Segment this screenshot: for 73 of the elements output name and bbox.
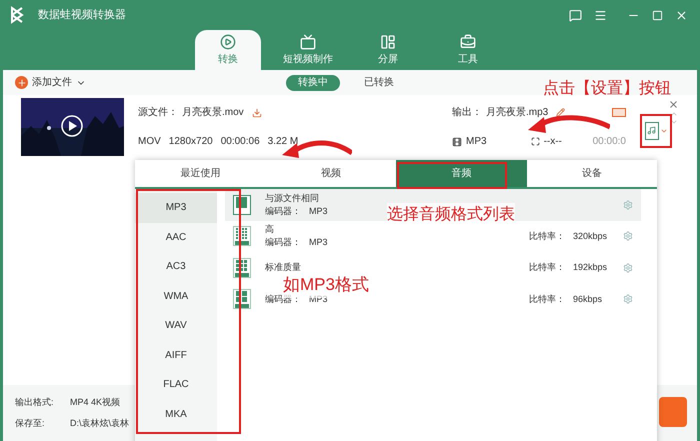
bitrate-value: 96kbps xyxy=(573,292,602,306)
output-file-name: 月亮夜景.mp3 xyxy=(486,106,548,120)
format-tab[interactable]: 最近使用 xyxy=(135,160,266,187)
bitrate-value: 192kbps xyxy=(573,261,608,274)
output-label: 输出： xyxy=(452,106,482,120)
encoder-label: 编码器： xyxy=(265,204,301,218)
format-tab[interactable]: 音频 xyxy=(396,160,526,187)
id3-icon[interactable] xyxy=(612,108,626,117)
preset-name: 与源文件相同 xyxy=(265,192,320,205)
logo-icon xyxy=(8,6,26,24)
add-icon xyxy=(15,76,28,89)
main-tab[interactable]: 工具 xyxy=(435,30,501,70)
format-category[interactable]: WMA xyxy=(135,282,217,311)
annotation-text: 点击【设置】按钮 xyxy=(543,78,671,99)
segment-tab[interactable]: 转换中 xyxy=(286,74,340,90)
output-resolution: --x-- xyxy=(544,135,562,149)
output-format: MP3 xyxy=(466,135,487,149)
format-category[interactable]: FLAC xyxy=(135,370,217,400)
tab-icon xyxy=(300,34,316,50)
window-title: 数据蛙视频转换器 xyxy=(38,8,126,23)
main-tab[interactable]: 短视频制作 xyxy=(275,30,341,70)
format-category[interactable]: WAV xyxy=(135,311,217,340)
music-file-icon xyxy=(644,122,658,140)
encoder-value: MP3 xyxy=(309,204,328,218)
file-size: 3.22 M xyxy=(268,135,298,149)
save-to-label: 保存至: xyxy=(15,417,46,430)
remove-icon[interactable] xyxy=(668,99,679,110)
format-category[interactable]: AC3 xyxy=(135,252,217,282)
source-file-name: 月亮夜景.mov xyxy=(182,106,244,120)
tab-icon xyxy=(220,34,236,50)
bitrate-value: 320kbps xyxy=(573,230,608,243)
output-format-label: 输出格式: xyxy=(15,396,55,408)
output-format-value: MP4 4K视频 xyxy=(70,396,120,408)
close-icon[interactable] xyxy=(675,8,688,22)
move-up-icon[interactable] xyxy=(670,110,678,118)
bitrate-label: 比特率： xyxy=(529,261,565,274)
main-tab[interactable]: 转换 xyxy=(195,30,261,70)
gear-icon[interactable] xyxy=(623,231,633,242)
encoder-label: 编码器： xyxy=(265,236,301,250)
film-icon xyxy=(452,136,462,146)
resolution: 1280x720 xyxy=(168,135,213,149)
tab-icon xyxy=(460,34,476,50)
edit-icon[interactable] xyxy=(556,108,566,117)
source-label: 源文件： xyxy=(138,106,178,120)
segment-tab[interactable]: 已转换 xyxy=(352,74,406,90)
output-duration: 00:00:0 xyxy=(592,135,626,149)
encoder-value: MP3 xyxy=(309,236,328,250)
format-category[interactable]: MP3 xyxy=(135,193,217,222)
resolution-icon xyxy=(530,137,540,146)
move-down-icon[interactable] xyxy=(670,118,678,126)
bitrate-label: 比特率： xyxy=(529,292,565,306)
download-icon[interactable] xyxy=(252,108,262,118)
format-category[interactable]: AIFF xyxy=(135,340,217,370)
format-tab[interactable]: 视频 xyxy=(266,160,396,187)
highlight-frame xyxy=(640,114,672,148)
main-tab[interactable]: 分屏 xyxy=(355,30,421,70)
preset-name: 高 xyxy=(265,223,275,236)
bitrate-label: 比特率： xyxy=(529,230,565,242)
tab-icon xyxy=(380,34,396,50)
preset-name: 标准质量 xyxy=(265,261,302,274)
save-path: D:\袁林炫\袁林 xyxy=(70,417,130,430)
duration: 00:00:06 xyxy=(220,135,260,149)
format-category[interactable]: AAC xyxy=(135,222,217,252)
caret-icon xyxy=(660,127,668,135)
gear-icon[interactable] xyxy=(623,262,633,273)
source-format: MOV xyxy=(138,135,161,149)
menu-icon[interactable] xyxy=(594,8,607,22)
format-category[interactable]: MKA xyxy=(135,400,217,429)
format-tab[interactable]: 设备 xyxy=(526,160,657,187)
feedback-icon[interactable] xyxy=(569,8,582,22)
maximize-icon[interactable] xyxy=(652,10,663,20)
add-file-button[interactable]: 添加文件 xyxy=(15,75,86,90)
gear-icon[interactable] xyxy=(623,294,633,304)
